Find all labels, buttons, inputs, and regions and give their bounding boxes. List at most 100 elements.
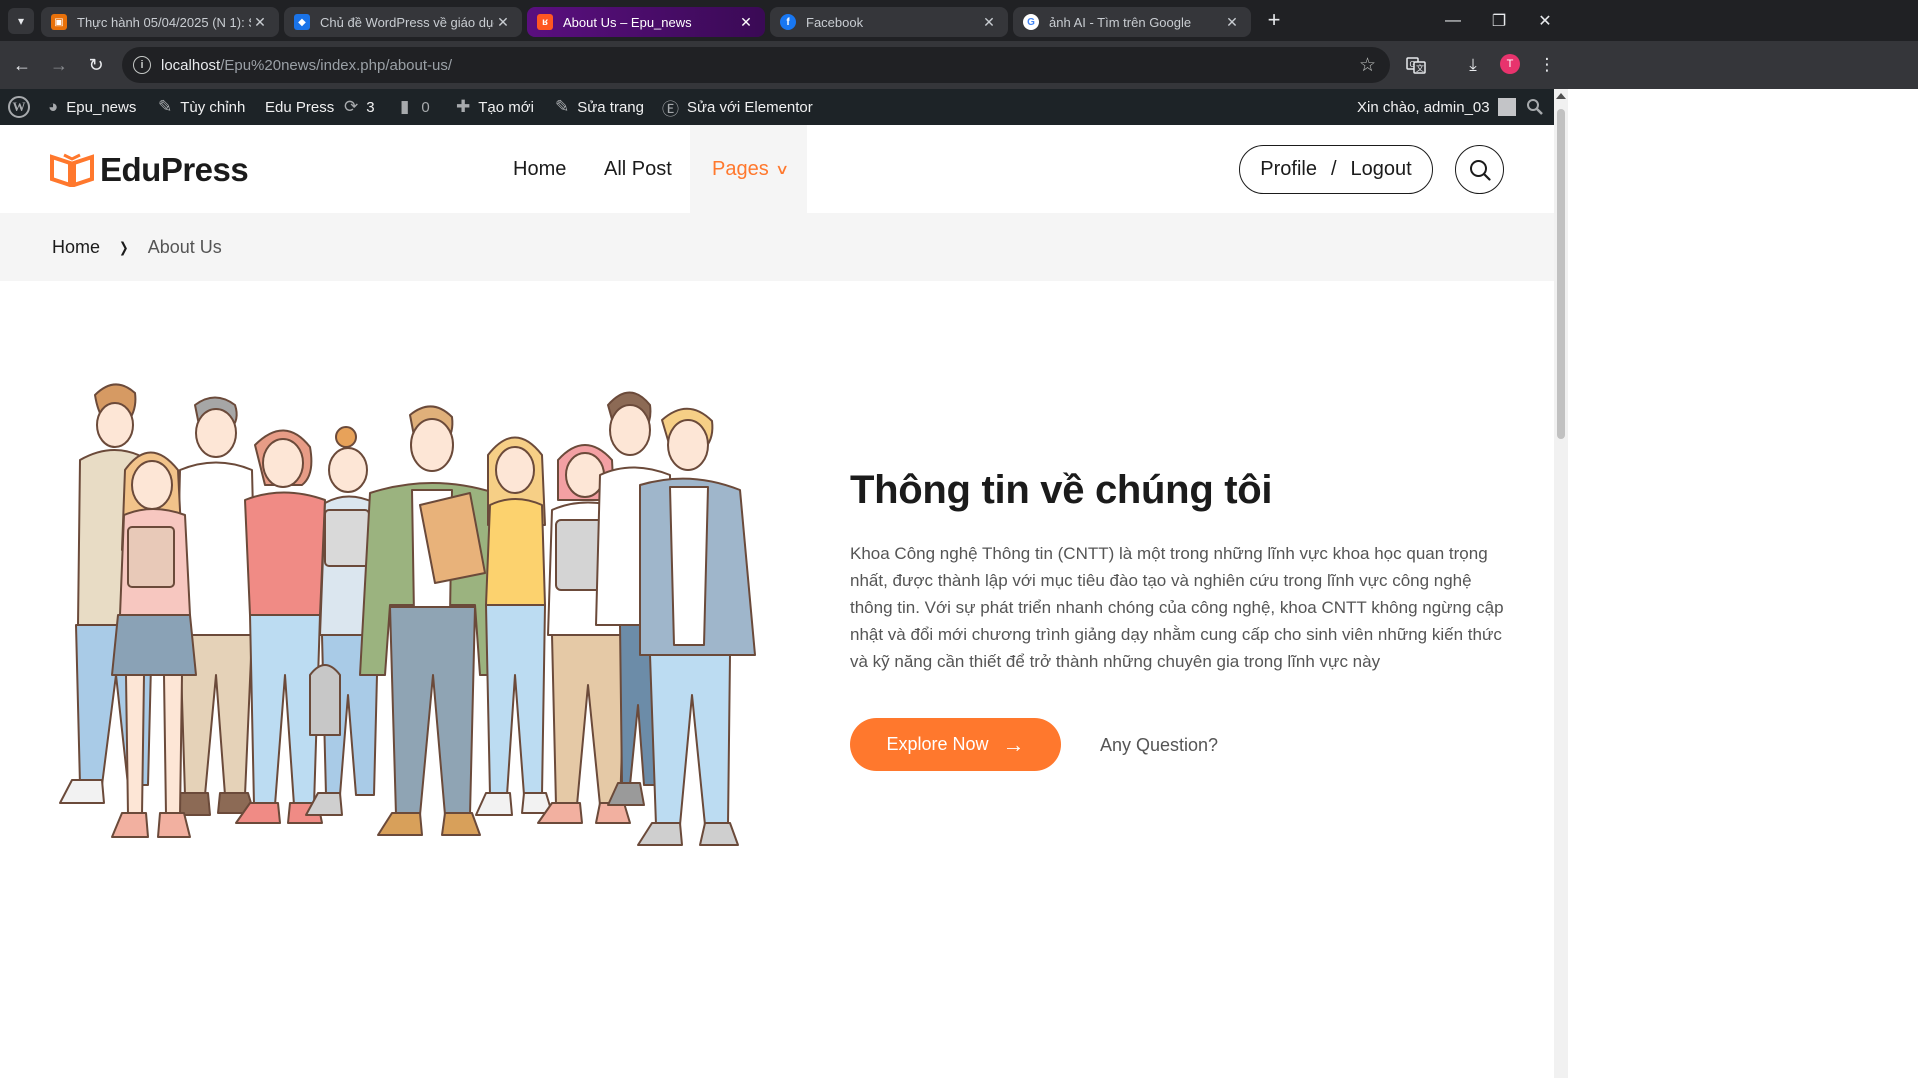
page-scrollbar[interactable] bbox=[1554, 89, 1568, 1078]
profile-logout-button: Profile / Logout bbox=[1239, 145, 1433, 194]
svg-text:文: 文 bbox=[1416, 63, 1424, 73]
close-icon[interactable]: ✕ bbox=[980, 14, 998, 31]
restore-icon[interactable]: ❐ bbox=[1476, 0, 1522, 41]
site-name-label: Epu_news bbox=[66, 98, 137, 116]
search-icon bbox=[1469, 159, 1491, 181]
nav-home-label: Home bbox=[513, 157, 567, 180]
tab-title: Chủ đề WordPress về giáo dục bbox=[320, 14, 494, 30]
chevron-down-icon: ∨ bbox=[774, 160, 790, 177]
translate-icon[interactable]: G文 bbox=[1402, 51, 1430, 79]
tab-title: Thực hành 05/04/2025 (N 1): Sử bbox=[77, 14, 251, 30]
close-icon[interactable]: ✕ bbox=[737, 14, 755, 31]
dashboard-gauge-icon: ◕ bbox=[48, 97, 59, 116]
scroll-up-arrow-icon[interactable] bbox=[1556, 93, 1566, 99]
arrow-right-icon: → bbox=[1002, 731, 1025, 757]
slides-favicon-icon: ▣ bbox=[51, 14, 67, 30]
shield-favicon-icon: ◆ bbox=[294, 14, 310, 30]
paintbrush-icon: ✎ bbox=[158, 97, 173, 116]
customize-label: Tùy chỉnh bbox=[180, 98, 246, 116]
tab-title: Facebook bbox=[806, 14, 864, 30]
breadcrumb-current: About Us bbox=[147, 236, 222, 257]
close-icon[interactable]: ✕ bbox=[251, 14, 269, 31]
comments-count: 0 bbox=[421, 98, 430, 116]
wordpress-logo-icon[interactable]: W bbox=[8, 89, 30, 125]
download-icon[interactable]: ⤓ bbox=[1459, 51, 1487, 79]
separator: / bbox=[1330, 158, 1337, 180]
xampp-favicon-icon: ʁ bbox=[537, 14, 553, 30]
tab-title: ảnh AI - Tìm trên Google bbox=[1049, 14, 1192, 30]
empty-area bbox=[1568, 89, 1918, 1078]
user-avatar bbox=[1497, 98, 1516, 116]
book-logo-icon bbox=[50, 153, 94, 187]
forward-arrow-icon[interactable]: → bbox=[45, 51, 73, 79]
reload-icon[interactable]: ↻ bbox=[82, 51, 110, 79]
nav-pages[interactable]: Pages ∨ bbox=[690, 125, 807, 213]
logo-text: EduPress bbox=[100, 151, 249, 188]
breadcrumb-home[interactable]: Home bbox=[52, 237, 100, 258]
site-info-icon[interactable]: i bbox=[133, 56, 151, 74]
elementor-icon: Ⓔ bbox=[662, 99, 679, 119]
admin-theme[interactable]: Edu Press bbox=[265, 89, 334, 125]
student-figure bbox=[475, 436, 553, 816]
admin-search-icon[interactable] bbox=[1526, 89, 1544, 125]
bookmark-star-icon[interactable]: ☆ bbox=[1359, 54, 1376, 77]
profile-avatar[interactable]: T bbox=[1500, 54, 1520, 74]
explore-now-label: Explore Now bbox=[886, 734, 989, 754]
pencil-icon: ✎ bbox=[555, 97, 570, 116]
admin-site-name[interactable]: ◕ Epu_news bbox=[48, 89, 136, 125]
plus-icon[interactable]: + bbox=[1262, 9, 1286, 33]
url-path: /Epu%20news/index.php/about-us/ bbox=[220, 56, 453, 74]
students-group-illustration: .o { stroke:#6b4a3a; stroke-width:2; str… bbox=[59, 383, 756, 846]
browser-tab-strip: ▾ ▣ Thực hành 05/04/2025 (N 1): Sử ✕ ◆ C… bbox=[0, 0, 1918, 41]
updates-icon: ⟳ bbox=[344, 97, 359, 116]
about-title: Thông tin về chúng tôi bbox=[850, 468, 1273, 512]
close-window-icon[interactable]: ✕ bbox=[1522, 0, 1568, 41]
about-description: Khoa Công nghệ Thông tin (CNTT) là một t… bbox=[850, 544, 1504, 671]
google-favicon-icon: G bbox=[1023, 14, 1039, 30]
admin-new[interactable]: ✚ Tạo mới bbox=[456, 89, 534, 125]
admin-edit-elementor[interactable]: Ⓔ Sửa với Elementor bbox=[662, 89, 813, 125]
url-host: localhost bbox=[161, 56, 221, 74]
nav-home[interactable]: Home bbox=[513, 125, 566, 213]
plus-icon: ✚ bbox=[456, 97, 471, 116]
admin-updates[interactable]: ⟳ 3 bbox=[344, 89, 375, 125]
admin-comments[interactable]: ▮ 0 bbox=[400, 89, 430, 125]
updates-count: 3 bbox=[366, 98, 375, 116]
profile-link[interactable]: Profile bbox=[1260, 158, 1317, 181]
comment-bubble-icon: ▮ bbox=[400, 97, 410, 116]
back-arrow-icon[interactable]: ← bbox=[8, 51, 36, 79]
minimize-icon[interactable]: — bbox=[1430, 0, 1476, 41]
explore-now-button[interactable]: Explore Now → bbox=[850, 718, 1061, 771]
close-icon[interactable]: ✕ bbox=[494, 14, 512, 31]
more-menu-icon[interactable]: ⋮ bbox=[1533, 51, 1561, 79]
tab-search-chevron-icon[interactable]: ▾ bbox=[8, 8, 34, 34]
browser-tab-4[interactable]: f Facebook ✕ bbox=[770, 7, 1008, 37]
browser-toolbar: ← → ↻ i localhost/Epu%20news/index.php/a… bbox=[0, 41, 1918, 89]
admin-edit-page[interactable]: ✎ Sửa trang bbox=[555, 89, 644, 125]
search-button[interactable] bbox=[1455, 145, 1504, 194]
scroll-thumb[interactable] bbox=[1557, 109, 1565, 439]
tab-title: About Us – Epu_news bbox=[563, 14, 692, 30]
close-icon[interactable]: ✕ bbox=[1223, 14, 1241, 31]
theme-label: Edu Press bbox=[265, 98, 335, 116]
nav-all-post[interactable]: All Post bbox=[604, 125, 672, 213]
facebook-favicon-icon: f bbox=[780, 14, 796, 30]
breadcrumb: Home ❯ About Us bbox=[0, 213, 1554, 281]
admin-account[interactable]: Xin chào, admin_03 bbox=[1357, 89, 1516, 125]
edit-elementor-label: Sửa với Elementor bbox=[687, 98, 813, 116]
edit-page-label: Sửa trang bbox=[577, 98, 644, 116]
admin-customize[interactable]: ✎ Tùy chỉnh bbox=[158, 89, 245, 125]
site-logo[interactable]: EduPress bbox=[50, 151, 249, 189]
browser-tab-1[interactable]: ▣ Thực hành 05/04/2025 (N 1): Sử ✕ bbox=[41, 7, 279, 37]
any-question-link[interactable]: Any Question? bbox=[1100, 735, 1218, 756]
logout-link[interactable]: Logout bbox=[1351, 158, 1412, 181]
new-label: Tạo mới bbox=[478, 98, 534, 116]
browser-tab-3-active[interactable]: ʁ About Us – Epu_news ✕ bbox=[527, 7, 765, 37]
browser-tab-2[interactable]: ◆ Chủ đề WordPress về giáo dục ✕ bbox=[284, 7, 522, 37]
browser-tab-5[interactable]: G ảnh AI - Tìm trên Google ✕ bbox=[1013, 7, 1251, 37]
address-bar[interactable]: i localhost/Epu%20news/index.php/about-u… bbox=[122, 47, 1390, 83]
greeting-label: Xin chào, admin_03 bbox=[1357, 98, 1490, 116]
url-text[interactable]: localhost/Epu%20news/index.php/about-us/ bbox=[161, 57, 452, 74]
nav-all-post-label: All Post bbox=[604, 157, 672, 180]
chevron-right-icon: ❯ bbox=[119, 238, 129, 255]
